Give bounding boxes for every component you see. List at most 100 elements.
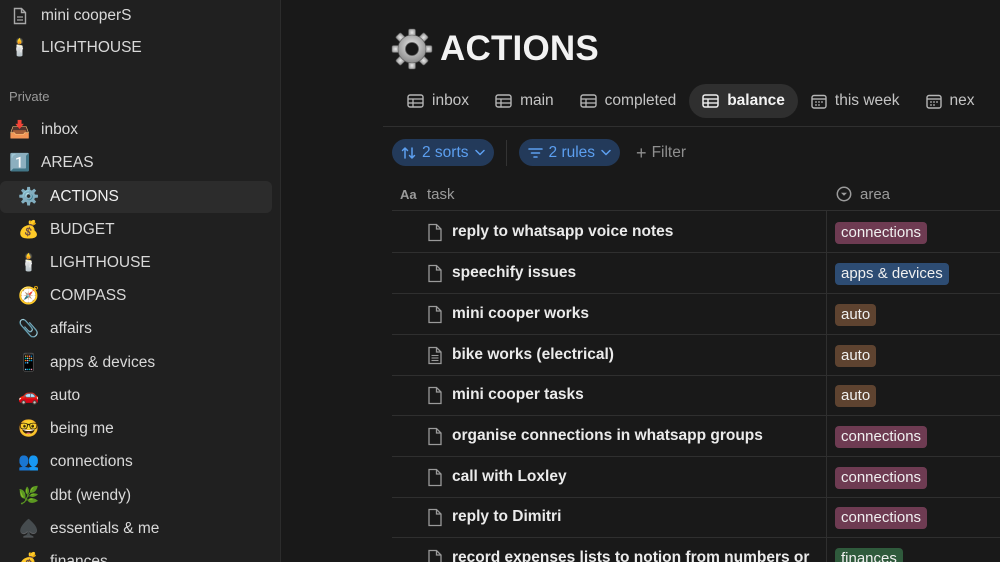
chevron-down-icon <box>601 149 611 156</box>
tab-label: this week <box>834 92 900 109</box>
area-tag[interactable]: connections <box>835 426 928 448</box>
tab-balance[interactable]: balance <box>689 84 798 118</box>
sidebar-item-finances[interactable]: 💰 finances <box>0 546 272 562</box>
sidebar-item-areas[interactable]: 1️⃣ AREAS <box>0 147 272 179</box>
page-title[interactable]: ACTIONS <box>440 29 599 69</box>
gear-icon[interactable] <box>391 28 433 70</box>
sidebar-item-label: finances <box>50 553 108 562</box>
sorts-button[interactable]: 2 sorts <box>392 139 494 166</box>
table-row[interactable]: organise connections in whatsapp groups … <box>392 416 1000 457</box>
calendar-icon <box>811 94 827 109</box>
area-tag[interactable]: connections <box>835 222 928 244</box>
nerd-face-icon: 🤓 <box>18 419 40 438</box>
sidebar: mini cooperS 🕯️ LIGHTHOUSE Private 📥 inb… <box>0 0 281 562</box>
tab-this-week[interactable]: this week <box>798 84 913 118</box>
sidebar-item-inbox[interactable]: 📥 inbox <box>0 114 272 146</box>
sidebar-item-compass[interactable]: 🧭 COMPASS <box>0 280 272 312</box>
tab-label: nex <box>949 92 975 109</box>
sidebar-item-auto[interactable]: 🚗 auto <box>0 380 272 412</box>
table-row[interactable]: record expenses lists to notion from num… <box>392 538 1000 562</box>
task-title[interactable]: record expenses lists to notion from num… <box>452 549 809 562</box>
add-filter-button[interactable]: + Filter <box>636 144 686 162</box>
sort-arrows-icon <box>401 146 416 159</box>
calendar-icon <box>925 94 942 109</box>
page-icon <box>428 223 442 242</box>
table-icon <box>495 94 512 108</box>
area-tag[interactable]: apps & devices <box>835 263 949 285</box>
page-icon <box>428 427 442 446</box>
table-icon <box>579 94 597 108</box>
sidebar-item-actions[interactable]: ⚙️ ACTIONS <box>0 181 272 213</box>
column-header-label: area <box>860 185 891 203</box>
rules-button[interactable]: 2 rules <box>518 139 621 166</box>
table-row[interactable]: mini cooper tasks auto <box>392 375 1000 416</box>
table-row[interactable]: speechify issues apps & devices <box>392 253 1000 294</box>
task-title[interactable]: mini cooper works <box>452 305 589 323</box>
sidebar-item-label: COMPASS <box>50 287 127 304</box>
page-icon <box>428 386 442 405</box>
sidebar-item-label: auto <box>50 387 81 404</box>
sidebar-item-apps-devices[interactable]: 📱 apps & devices <box>0 347 272 379</box>
task-title[interactable]: reply to whatsapp voice notes <box>452 223 673 241</box>
area-tag[interactable]: connections <box>835 507 928 529</box>
sidebar-item-lighthouse-top[interactable]: 🕯️ LIGHTHOUSE <box>0 32 272 64</box>
view-tabs: inbox main completed balance this week n… <box>394 84 988 118</box>
mobile-phone-icon: 📱 <box>18 353 40 372</box>
filter-label: Filter <box>651 143 687 161</box>
page-icon <box>428 305 442 324</box>
task-title[interactable]: call with Loxley <box>452 468 567 486</box>
table-icon <box>407 94 424 108</box>
task-title[interactable]: reply to Dimitri <box>452 508 561 526</box>
table-row[interactable]: mini cooper works auto <box>392 294 1000 335</box>
area-tag[interactable]: finances <box>835 548 903 562</box>
sidebar-item-being-me[interactable]: 🤓 being me <box>0 413 272 445</box>
svg-text:Aa: Aa <box>400 188 417 200</box>
sidebar-item-affairs[interactable]: 📎 affairs <box>0 313 272 345</box>
area-tag[interactable]: auto <box>835 345 877 367</box>
select-property-icon <box>836 186 852 202</box>
document-icon <box>9 5 31 27</box>
tab-main[interactable]: main <box>482 84 567 118</box>
sidebar-item-label: essentials & me <box>50 520 160 537</box>
table-row[interactable]: reply to whatsapp voice notes connection… <box>392 212 1000 253</box>
sidebar-item-label: apps & devices <box>50 354 156 371</box>
tab-divider <box>383 126 1000 127</box>
task-title[interactable]: speechify issues <box>452 264 576 282</box>
tab-next[interactable]: nex <box>913 84 988 118</box>
sidebar-item-connections[interactable]: 👥 connections <box>0 446 272 478</box>
tab-label: main <box>520 92 554 109</box>
page-icon <box>428 468 442 487</box>
tab-label: completed <box>604 92 677 109</box>
tab-completed[interactable]: completed <box>567 84 690 118</box>
tab-inbox[interactable]: inbox <box>394 84 482 118</box>
sidebar-item-dbt-wendy[interactable]: 🌿 dbt (wendy) <box>0 480 272 512</box>
gear-icon: ⚙️ <box>18 187 40 206</box>
tab-label: balance <box>727 92 785 109</box>
sidebar-item-label: affairs <box>50 320 92 337</box>
area-tag[interactable]: connections <box>835 467 928 489</box>
column-header-area[interactable]: area <box>836 177 890 211</box>
area-tag[interactable]: auto <box>835 304 877 326</box>
lighthouse-icon: 🕯️ <box>9 38 31 57</box>
sidebar-item-lighthouse[interactable]: 🕯️ LIGHTHOUSE <box>0 247 272 279</box>
herb-icon: 🌿 <box>18 486 40 505</box>
table-row[interactable]: bike works (electrical) auto <box>392 335 1000 376</box>
sidebar-item-essentials-me[interactable]: ♠️ essentials & me <box>0 513 272 545</box>
sidebar-item-budget[interactable]: 💰 BUDGET <box>0 214 272 246</box>
sidebar-item-label: mini cooperS <box>41 7 132 24</box>
table-row[interactable]: call with Loxley connections <box>392 457 1000 498</box>
area-tag[interactable]: auto <box>835 385 877 407</box>
task-title[interactable]: bike works (electrical) <box>452 346 614 364</box>
page-icon <box>428 549 442 562</box>
lighthouse-icon: 🕯️ <box>18 253 40 272</box>
table-row[interactable]: reply to Dimitri connections <box>392 497 1000 538</box>
sidebar-section-private: Private <box>9 89 50 104</box>
compass-icon: 🧭 <box>18 286 40 305</box>
sidebar-item-mini-coopers[interactable]: mini cooperS <box>0 0 272 32</box>
task-title[interactable]: organise connections in whatsapp groups <box>452 427 763 445</box>
people-icon: 👥 <box>18 452 40 471</box>
column-header-task[interactable]: Aa task <box>400 177 455 211</box>
car-icon: 🚗 <box>18 386 40 405</box>
task-title[interactable]: mini cooper tasks <box>452 386 584 404</box>
text-property-icon: Aa <box>400 188 417 200</box>
